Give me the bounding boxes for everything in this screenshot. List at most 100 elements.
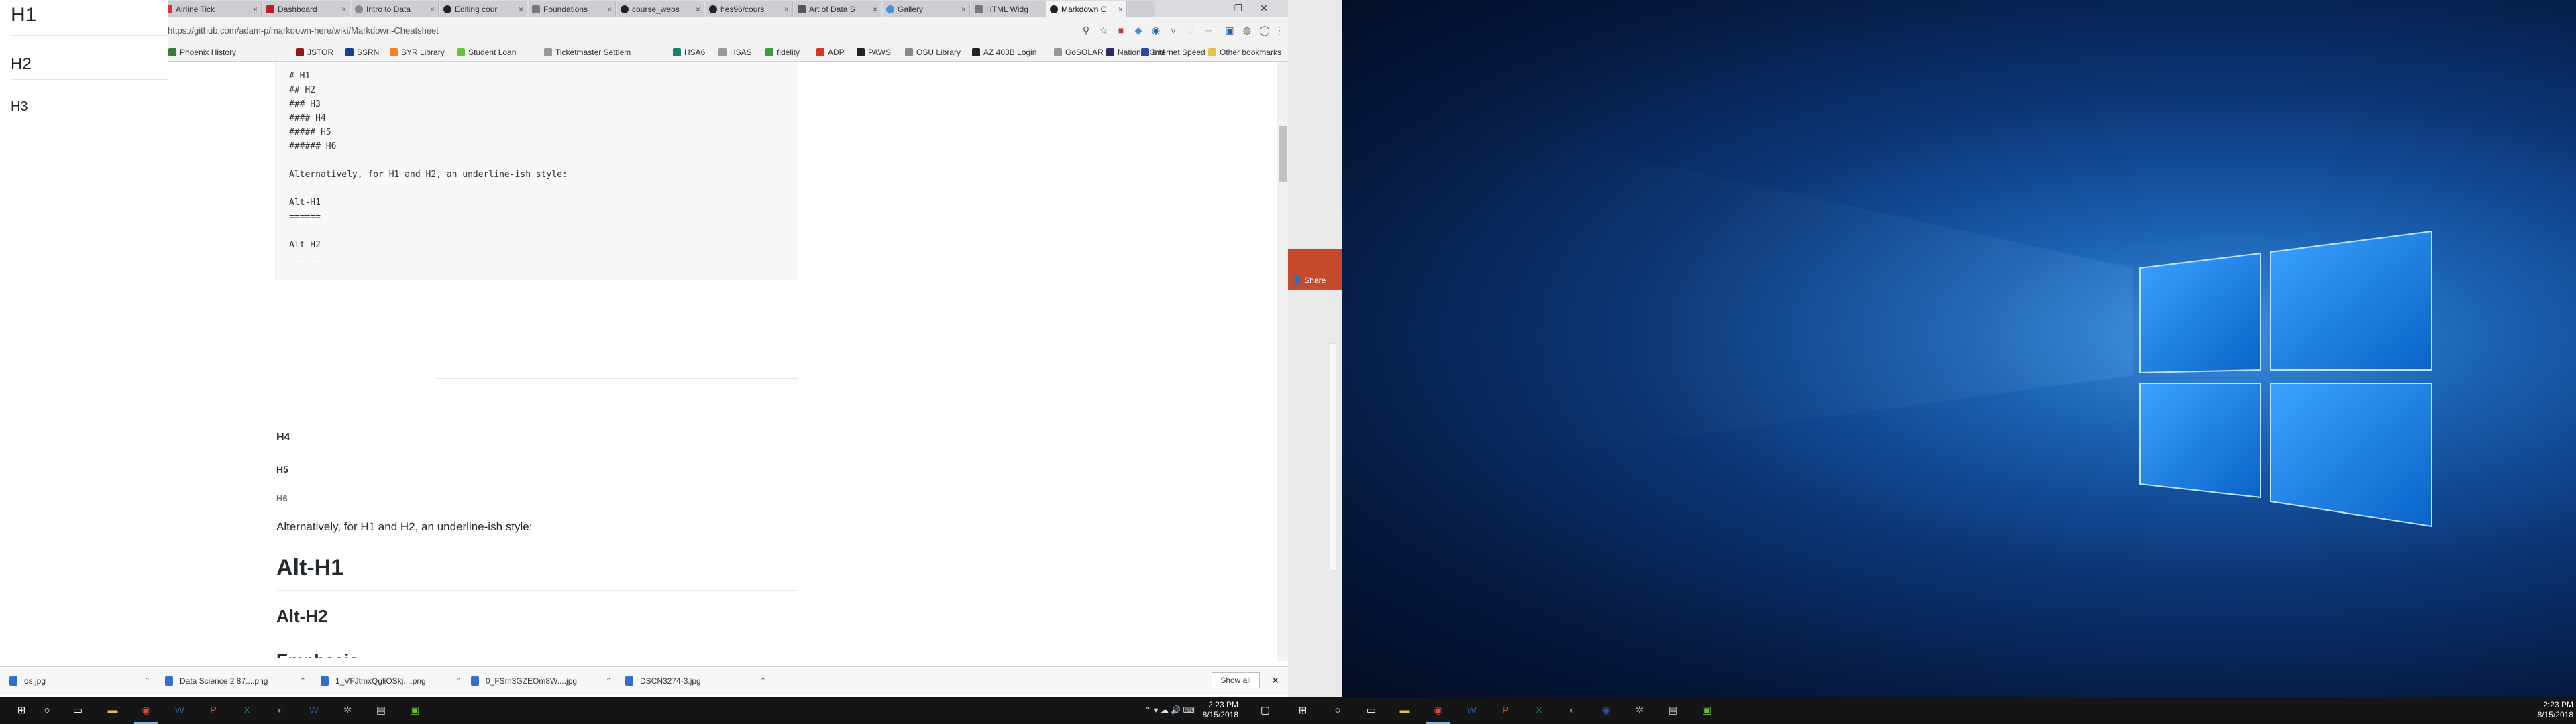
settings-icon[interactable]: ✲ <box>339 703 356 719</box>
bookmark-item[interactable]: PAWS <box>856 46 891 59</box>
bookmark-item[interactable]: Phoenix History <box>168 46 236 59</box>
browser-tab[interactable]: HTML Widg × <box>971 1 1059 17</box>
word-icon[interactable]: W <box>1464 703 1480 719</box>
clock[interactable]: 2:23 PM 8/15/2018 <box>2536 700 2573 720</box>
task-view-icon[interactable]: ▭ <box>1363 703 1379 719</box>
sidebar-heading-h1[interactable]: H1 <box>11 4 36 27</box>
bookmark-item[interactable]: JSTOR <box>295 46 333 59</box>
chevron-up-icon[interactable]: ⌃ <box>455 672 462 690</box>
excel-icon[interactable]: X <box>1531 703 1547 719</box>
restore-icon[interactable]: ❐ <box>1226 0 1250 17</box>
powerpoint-icon[interactable]: P <box>205 703 221 719</box>
bookmark-item[interactable]: HSA6 <box>672 46 705 59</box>
extension-icon[interactable]: ▣ <box>1224 24 1236 36</box>
app-icon[interactable]: ▣ <box>1699 703 1715 719</box>
system-tray-icons[interactable]: ⌃ ♥ ☁ 🔊 ⌨ <box>1144 705 1195 715</box>
bookmark-item[interactable]: SSRN <box>345 46 379 59</box>
clock[interactable]: 2:23 PM 8/15/2018 <box>1201 700 1238 720</box>
star-icon[interactable]: ☆ <box>1097 24 1110 36</box>
bookmark-item[interactable]: Internet Speed Test <box>1140 46 1208 59</box>
bookmark-item[interactable]: Ticketmaster Settlem <box>543 46 631 59</box>
tab-close-icon[interactable]: × <box>430 1 435 17</box>
sidebar-heading-h3[interactable]: H3 <box>11 99 28 115</box>
file-explorer-icon[interactable]: ▬ <box>1397 703 1413 719</box>
tab-close-icon[interactable]: × <box>784 1 789 17</box>
browser-tab[interactable]: Intro to Data × <box>352 1 439 17</box>
task-view-icon[interactable]: ▭ <box>70 703 86 719</box>
extension-icon[interactable]: ◌ <box>1185 24 1197 36</box>
bookmark-item[interactable]: OSU Library <box>904 46 961 59</box>
browser-tab[interactable]: Editing cour × <box>440 1 527 17</box>
menu-icon[interactable]: ⋮ <box>1273 24 1285 36</box>
app-icon[interactable]: ◐ <box>272 703 288 719</box>
search-icon[interactable]: ○ <box>39 703 55 719</box>
settings-icon[interactable]: ✲ <box>1631 703 1648 719</box>
windows-start-icon[interactable]: ⊞ <box>1295 703 1311 719</box>
share-button[interactable]: 👤 Share <box>1292 275 1326 286</box>
browser-tab[interactable]: Airline Tick × <box>161 1 262 17</box>
new-tab-button[interactable] <box>1128 1 1155 17</box>
chevron-up-icon[interactable]: ⌃ <box>144 672 150 690</box>
download-item[interactable]: 1_VFJtmxQgliOSkj....png ⌃ <box>319 672 467 690</box>
bookmark-item[interactable]: ADP <box>816 46 845 59</box>
bookmark-item[interactable]: Student Loan <box>456 46 516 59</box>
tab-close-icon[interactable]: × <box>961 1 966 17</box>
search-icon[interactable]: ⚲ <box>1080 24 1092 36</box>
url-field[interactable]: https://github.com/adam-p/markdown-here/… <box>168 22 1053 40</box>
minimize-icon[interactable]: – <box>1201 0 1225 17</box>
bookmark-item[interactable]: fidelity <box>765 46 800 59</box>
page-scrollbar-thumb[interactable] <box>1279 126 1287 182</box>
tab-close-icon[interactable]: × <box>1118 1 1123 17</box>
tab-close-icon[interactable]: × <box>519 1 523 17</box>
chevron-up-icon[interactable]: ⌃ <box>606 672 612 690</box>
word-icon[interactable]: W <box>306 703 322 719</box>
browser-tab[interactable]: course_webs × <box>617 1 704 17</box>
task-view-icon[interactable]: ○ <box>1330 703 1346 719</box>
chrome-icon[interactable]: ◉ <box>1430 703 1446 719</box>
bookmark-folder[interactable]: Other bookmarks <box>1208 46 1288 59</box>
chrome-icon[interactable]: ◉ <box>138 703 154 719</box>
file-explorer-icon[interactable]: ▬ <box>105 703 121 719</box>
bookmark-item[interactable]: HSAS <box>718 46 752 59</box>
close-icon[interactable]: ✕ <box>1269 672 1281 688</box>
extension-icon[interactable]: ◉ <box>1150 24 1162 36</box>
word-icon[interactable]: W <box>172 703 188 719</box>
bookmark-item[interactable]: SYR Library <box>389 46 445 59</box>
download-item[interactable]: ds.jpg ⌃ <box>8 672 156 690</box>
extension-icon[interactable]: ◍ <box>1241 24 1253 36</box>
close-icon[interactable]: ✕ <box>1252 0 1276 17</box>
browser-tab[interactable]: hes96/cours × <box>706 1 793 17</box>
tab-close-icon[interactable]: × <box>341 1 346 17</box>
extension-icon[interactable]: ◯ <box>1258 24 1271 36</box>
tab-close-icon[interactable]: × <box>607 1 612 17</box>
scrollbar[interactable] <box>1330 343 1336 571</box>
sidebar-heading-h2[interactable]: H2 <box>11 55 32 74</box>
notification-icon[interactable]: ▢ <box>1257 703 1273 719</box>
app-icon[interactable]: ◐ <box>1564 703 1580 719</box>
tab-close-icon[interactable]: × <box>873 1 877 17</box>
bookmark-item[interactable]: GoSOLAR <box>1053 46 1104 59</box>
windows-start-icon[interactable]: ⊞ <box>13 703 30 719</box>
browser-tab[interactable]: Dashboard × <box>263 1 350 17</box>
app-icon[interactable]: ◉ <box>1598 703 1614 719</box>
extension-icon[interactable]: ■ <box>1115 24 1127 36</box>
extension-icon[interactable]: ▿ <box>1167 24 1179 36</box>
browser-tab[interactable]: Gallery × <box>883 1 970 17</box>
download-item[interactable]: DSCN3274-3.jpg ⌃ <box>624 672 771 690</box>
excel-icon[interactable]: X <box>239 703 255 719</box>
browser-tab-active[interactable]: Markdown C × <box>1046 1 1127 17</box>
browser-tab[interactable]: Art of Data S × <box>794 1 881 17</box>
download-item[interactable]: 0_FSm3GZEOm8W....jpg ⌃ <box>470 672 617 690</box>
tab-close-icon[interactable]: × <box>253 1 258 17</box>
powerpoint-icon[interactable]: P <box>1497 703 1513 719</box>
extension-icon[interactable]: ─ <box>1202 24 1214 36</box>
app-icon[interactable]: ▣ <box>407 703 423 719</box>
show-all-button[interactable]: Show all <box>1212 672 1260 688</box>
download-item[interactable]: Data Science 2 87....png ⌃ <box>164 672 311 690</box>
extension-icon[interactable]: ◆ <box>1132 24 1144 36</box>
app-icon[interactable]: ▤ <box>373 703 389 719</box>
chevron-up-icon[interactable]: ⌃ <box>300 672 306 690</box>
bookmark-item[interactable]: AZ 403B Login <box>971 46 1036 59</box>
tab-close-icon[interactable]: × <box>696 1 700 17</box>
app-icon[interactable]: ▤ <box>1665 703 1681 719</box>
